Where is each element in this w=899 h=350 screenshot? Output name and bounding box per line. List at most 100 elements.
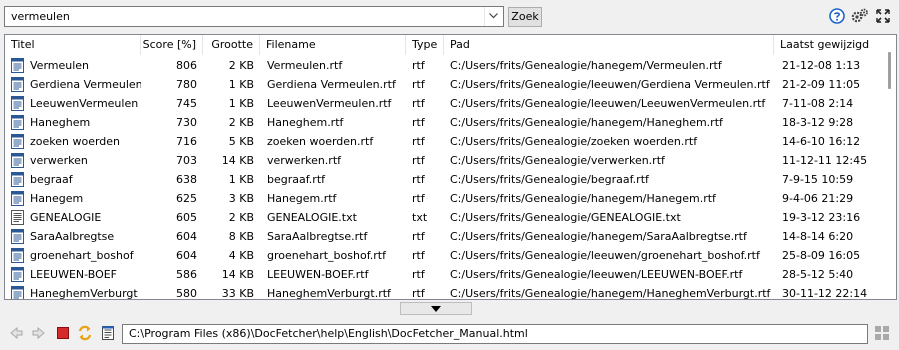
table-row[interactable]: HaneghemVerburgt 580 33 KB HaneghemVerburgt… bbox=[5, 284, 883, 299]
cell-score: 730 bbox=[141, 113, 203, 132]
cell-filename: groenehart_boshof.rtf bbox=[260, 246, 406, 265]
cell-text: 4 KB bbox=[228, 249, 254, 262]
search-button[interactable]: Zoek bbox=[508, 7, 542, 27]
cell-text: 18-3-12 9:28 bbox=[782, 116, 854, 129]
results-scrollbar[interactable] bbox=[884, 35, 896, 299]
cell-path: C:/Users/frits/Genealogie/leeuwen/Gerdie… bbox=[444, 75, 774, 94]
cell-path: C:/Users/frits/Genealogie/hanegem/SaraAa… bbox=[444, 227, 774, 246]
search-combo[interactable] bbox=[4, 6, 504, 27]
cell-text: 745 bbox=[176, 97, 197, 110]
table-row[interactable]: Vermeulen 806 2 KB Vermeulen.rtf rtf C:/Users… bbox=[5, 56, 883, 75]
cell-text: LeeuwenVermeulen bbox=[30, 97, 139, 110]
column-header-filename[interactable]: Filename bbox=[260, 35, 406, 55]
cell-modified: 14-8-14 6:20 bbox=[774, 227, 882, 246]
cell-modified: 19-3-12 23:16 bbox=[774, 208, 882, 227]
results-rows: Vermeulen 806 2 KB Vermeulen.rtf rtf C:/Users… bbox=[5, 56, 883, 299]
cell-score: 716 bbox=[141, 132, 203, 151]
column-header-modified[interactable]: Laatst gewijzigd bbox=[774, 35, 883, 55]
document-icon bbox=[10, 248, 25, 263]
preferences-icon[interactable] bbox=[851, 8, 869, 26]
cell-text: zoeken woerden bbox=[30, 135, 121, 148]
cell-text: verwerken bbox=[30, 154, 88, 167]
maximize-icon[interactable] bbox=[875, 8, 893, 26]
scrollbar-thumb[interactable] bbox=[888, 52, 891, 89]
toggle-preview-button[interactable] bbox=[400, 302, 472, 315]
split-view-icon[interactable] bbox=[874, 325, 892, 343]
cell-text: Vermeulen.rtf bbox=[267, 59, 343, 72]
cell-path: C:/Users/frits/Genealogie/hanegem/Hanegh… bbox=[444, 284, 774, 299]
cell-text: verwerken.rtf bbox=[267, 154, 342, 167]
cell-title: GENEALOGIE bbox=[10, 208, 141, 227]
cell-text: 5 KB bbox=[228, 135, 254, 148]
document-icon bbox=[10, 77, 25, 92]
forward-icon[interactable] bbox=[31, 325, 48, 342]
reload-icon[interactable] bbox=[77, 325, 94, 342]
cell-text: 806 bbox=[176, 59, 197, 72]
column-header-score[interactable]: Score [%] bbox=[141, 35, 203, 55]
stop-icon[interactable] bbox=[55, 325, 72, 342]
cell-text: zoeken woerden.rtf bbox=[267, 135, 374, 148]
cell-filename: LEEUWEN-BOEF.rtf bbox=[260, 265, 406, 284]
table-row[interactable]: Gerdiena Vermeulen 780 1 KB Gerdiena Vermeu… bbox=[5, 75, 883, 94]
cell-modified: 7-9-15 10:59 bbox=[774, 170, 882, 189]
column-header-path[interactable]: Pad bbox=[444, 35, 774, 55]
cell-text: begraaf.rtf bbox=[267, 173, 326, 186]
table-row[interactable]: verwerken 703 14 KB verwerken.rtf rtf C:/User… bbox=[5, 151, 883, 170]
cell-size: 2 KB bbox=[203, 56, 260, 75]
cell-type: rtf bbox=[406, 151, 444, 170]
cell-type: rtf bbox=[406, 170, 444, 189]
help-icon[interactable] bbox=[829, 8, 847, 26]
cell-title: Gerdiena Vermeulen bbox=[10, 75, 141, 94]
document-icon bbox=[10, 286, 25, 299]
cell-filename: verwerken.rtf bbox=[260, 151, 406, 170]
cell-size: 14 KB bbox=[203, 151, 260, 170]
cell-title: begraaf bbox=[10, 170, 141, 189]
cell-text: 14 KB bbox=[221, 268, 254, 281]
cell-text: C:/Users/frits/Genealogie/leeuwen/Leeuwe… bbox=[450, 97, 766, 110]
cell-text: 1 KB bbox=[228, 78, 254, 91]
cell-text: 8 KB bbox=[228, 230, 254, 243]
search-history-dropdown[interactable] bbox=[484, 7, 503, 26]
table-row[interactable]: begraaf 638 1 KB begraaf.rtf rtf C:/Users/fri… bbox=[5, 170, 883, 189]
table-row[interactable]: Hanegem 625 3 KB Hanegem.rtf rtf C:/Users/fri… bbox=[5, 189, 883, 208]
cell-title: zoeken woerden bbox=[10, 132, 141, 151]
cell-text: rtf bbox=[412, 249, 425, 262]
search-input[interactable] bbox=[5, 7, 497, 26]
table-row[interactable]: SaraAalbregtse 604 8 KB SaraAalbregtse.rtf r… bbox=[5, 227, 883, 246]
cell-type: rtf bbox=[406, 132, 444, 151]
table-row[interactable]: groenehart_boshof 604 4 KB groenehart_bosho… bbox=[5, 246, 883, 265]
cell-text: 2 KB bbox=[228, 116, 254, 129]
column-header-title[interactable]: Titel bbox=[5, 35, 141, 55]
back-icon[interactable] bbox=[8, 325, 25, 342]
table-row[interactable]: Haneghem 730 2 KB Haneghem.rtf rtf C:/Users/f… bbox=[5, 113, 883, 132]
chevron-down-icon bbox=[431, 306, 441, 312]
cell-title: LEEUWEN-BOEF bbox=[10, 265, 141, 284]
cell-text: 21-12-08 1:13 bbox=[782, 59, 861, 72]
document-icon bbox=[10, 267, 25, 282]
cell-text: LEEUWEN-BOEF.rtf bbox=[267, 268, 369, 281]
table-row[interactable]: zoeken woerden 716 5 KB zoeken woerden.rtf r… bbox=[5, 132, 883, 151]
cell-size: 2 KB bbox=[203, 113, 260, 132]
cell-score: 580 bbox=[141, 284, 203, 299]
cell-title: HaneghemVerburgt bbox=[10, 284, 141, 299]
table-row[interactable]: GENEALOGIE 605 2 KB GENEALOGIE.txt txt C:/Use… bbox=[5, 208, 883, 227]
column-header-size[interactable]: Grootte bbox=[203, 35, 260, 55]
cell-type: rtf bbox=[406, 284, 444, 299]
cell-text: groenehart_boshof.rtf bbox=[267, 249, 386, 262]
cell-score: 806 bbox=[141, 56, 203, 75]
column-header-type[interactable]: Type bbox=[406, 35, 444, 55]
cell-path: C:/Users/frits/Genealogie/leeuwen/Leeuwe… bbox=[444, 94, 774, 113]
cell-type: rtf bbox=[406, 227, 444, 246]
cell-filename: HaneghemVerburgt.rtf bbox=[260, 284, 406, 299]
cell-type: rtf bbox=[406, 113, 444, 132]
cell-path: C:/Users/frits/Genealogie/begraaf.rtf bbox=[444, 170, 774, 189]
cell-filename: zoeken woerden.rtf bbox=[260, 132, 406, 151]
table-row[interactable]: LEEUWEN-BOEF 586 14 KB LEEUWEN-BOEF.rtf rtf C… bbox=[5, 265, 883, 284]
table-row[interactable]: LeeuwenVermeulen 745 1 KB LeeuwenVermeulen.… bbox=[5, 94, 883, 113]
cell-path: C:/Users/frits/Genealogie/hanegem/Vermeu… bbox=[444, 56, 774, 75]
cell-text: C:/Users/frits/Genealogie/hanegem/Vermeu… bbox=[450, 59, 722, 72]
preview-location-field[interactable]: C:\Program Files (x86)\DocFetcher\help\E… bbox=[122, 324, 868, 344]
cell-type: rtf bbox=[406, 56, 444, 75]
open-file-icon[interactable] bbox=[100, 325, 117, 342]
cell-text: rtf bbox=[412, 97, 425, 110]
